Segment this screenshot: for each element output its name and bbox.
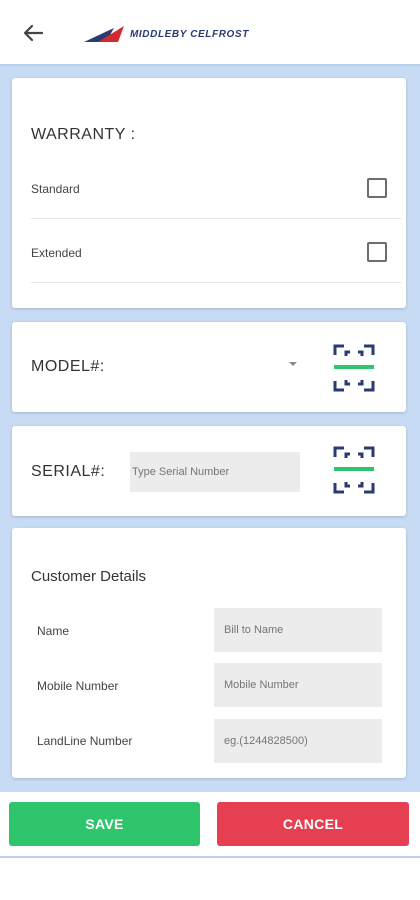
mobile-number-input[interactable] [214,663,382,707]
cancel-button[interactable]: CANCEL [217,802,409,846]
mobile-number-label: Mobile Number [37,679,119,693]
name-label: Name [37,624,70,638]
barcode-scan-icon[interactable] [332,444,376,496]
customer-details-title: Customer Details [31,568,147,585]
divider [31,282,401,283]
app-root: MIDDLEBY CELFROST WARRANTY : Standard Ex… [0,0,420,900]
name-input[interactable] [214,608,382,652]
model-dropdown-caret-icon[interactable] [289,362,297,366]
model-card: MODEL#: [12,322,406,412]
brand-logo: MIDDLEBY CELFROST [84,23,249,45]
action-bar: SAVE CANCEL [0,792,420,858]
landline-number-label: LandLine Number [37,734,133,748]
warranty-option-standard[interactable]: Standard [31,174,387,204]
warranty-option-label: Standard [31,182,80,196]
warranty-option-extended[interactable]: Extended [31,238,387,268]
form-area: WARRANTY : Standard Extended MODEL#: SER… [0,66,420,792]
model-label: MODEL#: [31,358,105,375]
customer-details-card: Customer Details Name Mobile Number Land… [12,528,406,778]
arrow-left-icon[interactable] [18,18,48,48]
warranty-option-label: Extended [31,246,82,260]
standard-checkbox[interactable] [367,178,387,198]
serial-number-input[interactable] [130,452,300,492]
save-button[interactable]: SAVE [9,802,200,846]
warranty-title: WARRANTY : [31,126,136,143]
landline-number-input[interactable] [214,719,382,763]
barcode-scan-icon[interactable] [332,342,376,394]
app-header: MIDDLEBY CELFROST [0,0,420,66]
serial-label: SERIAL#: [31,463,106,480]
warranty-card: WARRANTY : Standard Extended [12,78,406,308]
divider [31,218,401,219]
brand-logo-mark [84,26,124,42]
serial-card: SERIAL#: [12,426,406,516]
extended-checkbox[interactable] [367,242,387,262]
brand-logo-text: MIDDLEBY CELFROST [130,28,249,40]
